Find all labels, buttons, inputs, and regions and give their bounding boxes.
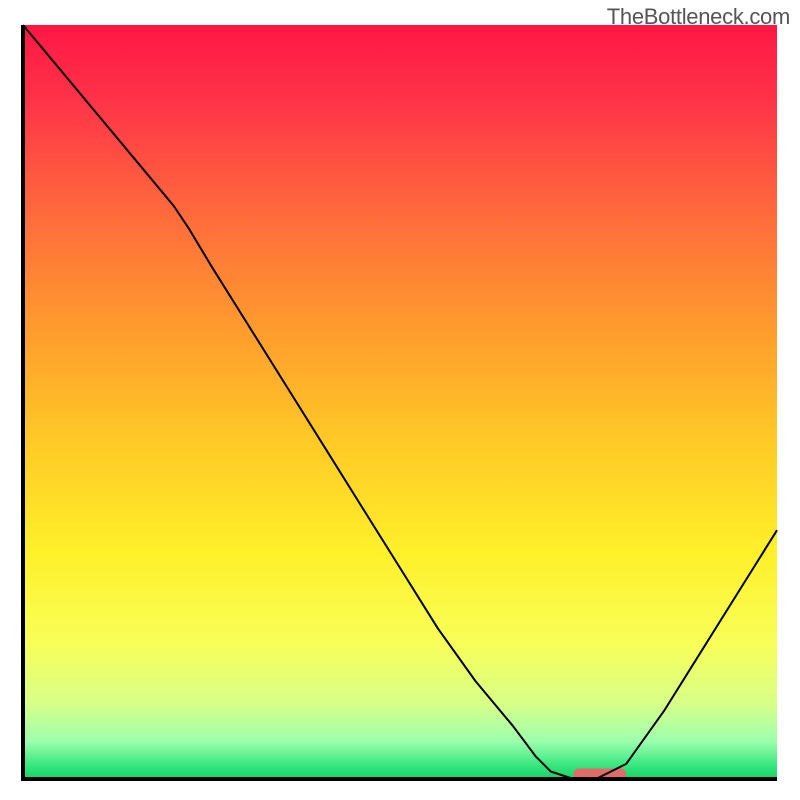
chart-svg <box>0 0 800 800</box>
watermark-text: TheBottleneck.com <box>607 4 790 30</box>
gradient-background <box>23 25 777 779</box>
bottleneck-chart: TheBottleneck.com <box>0 0 800 800</box>
